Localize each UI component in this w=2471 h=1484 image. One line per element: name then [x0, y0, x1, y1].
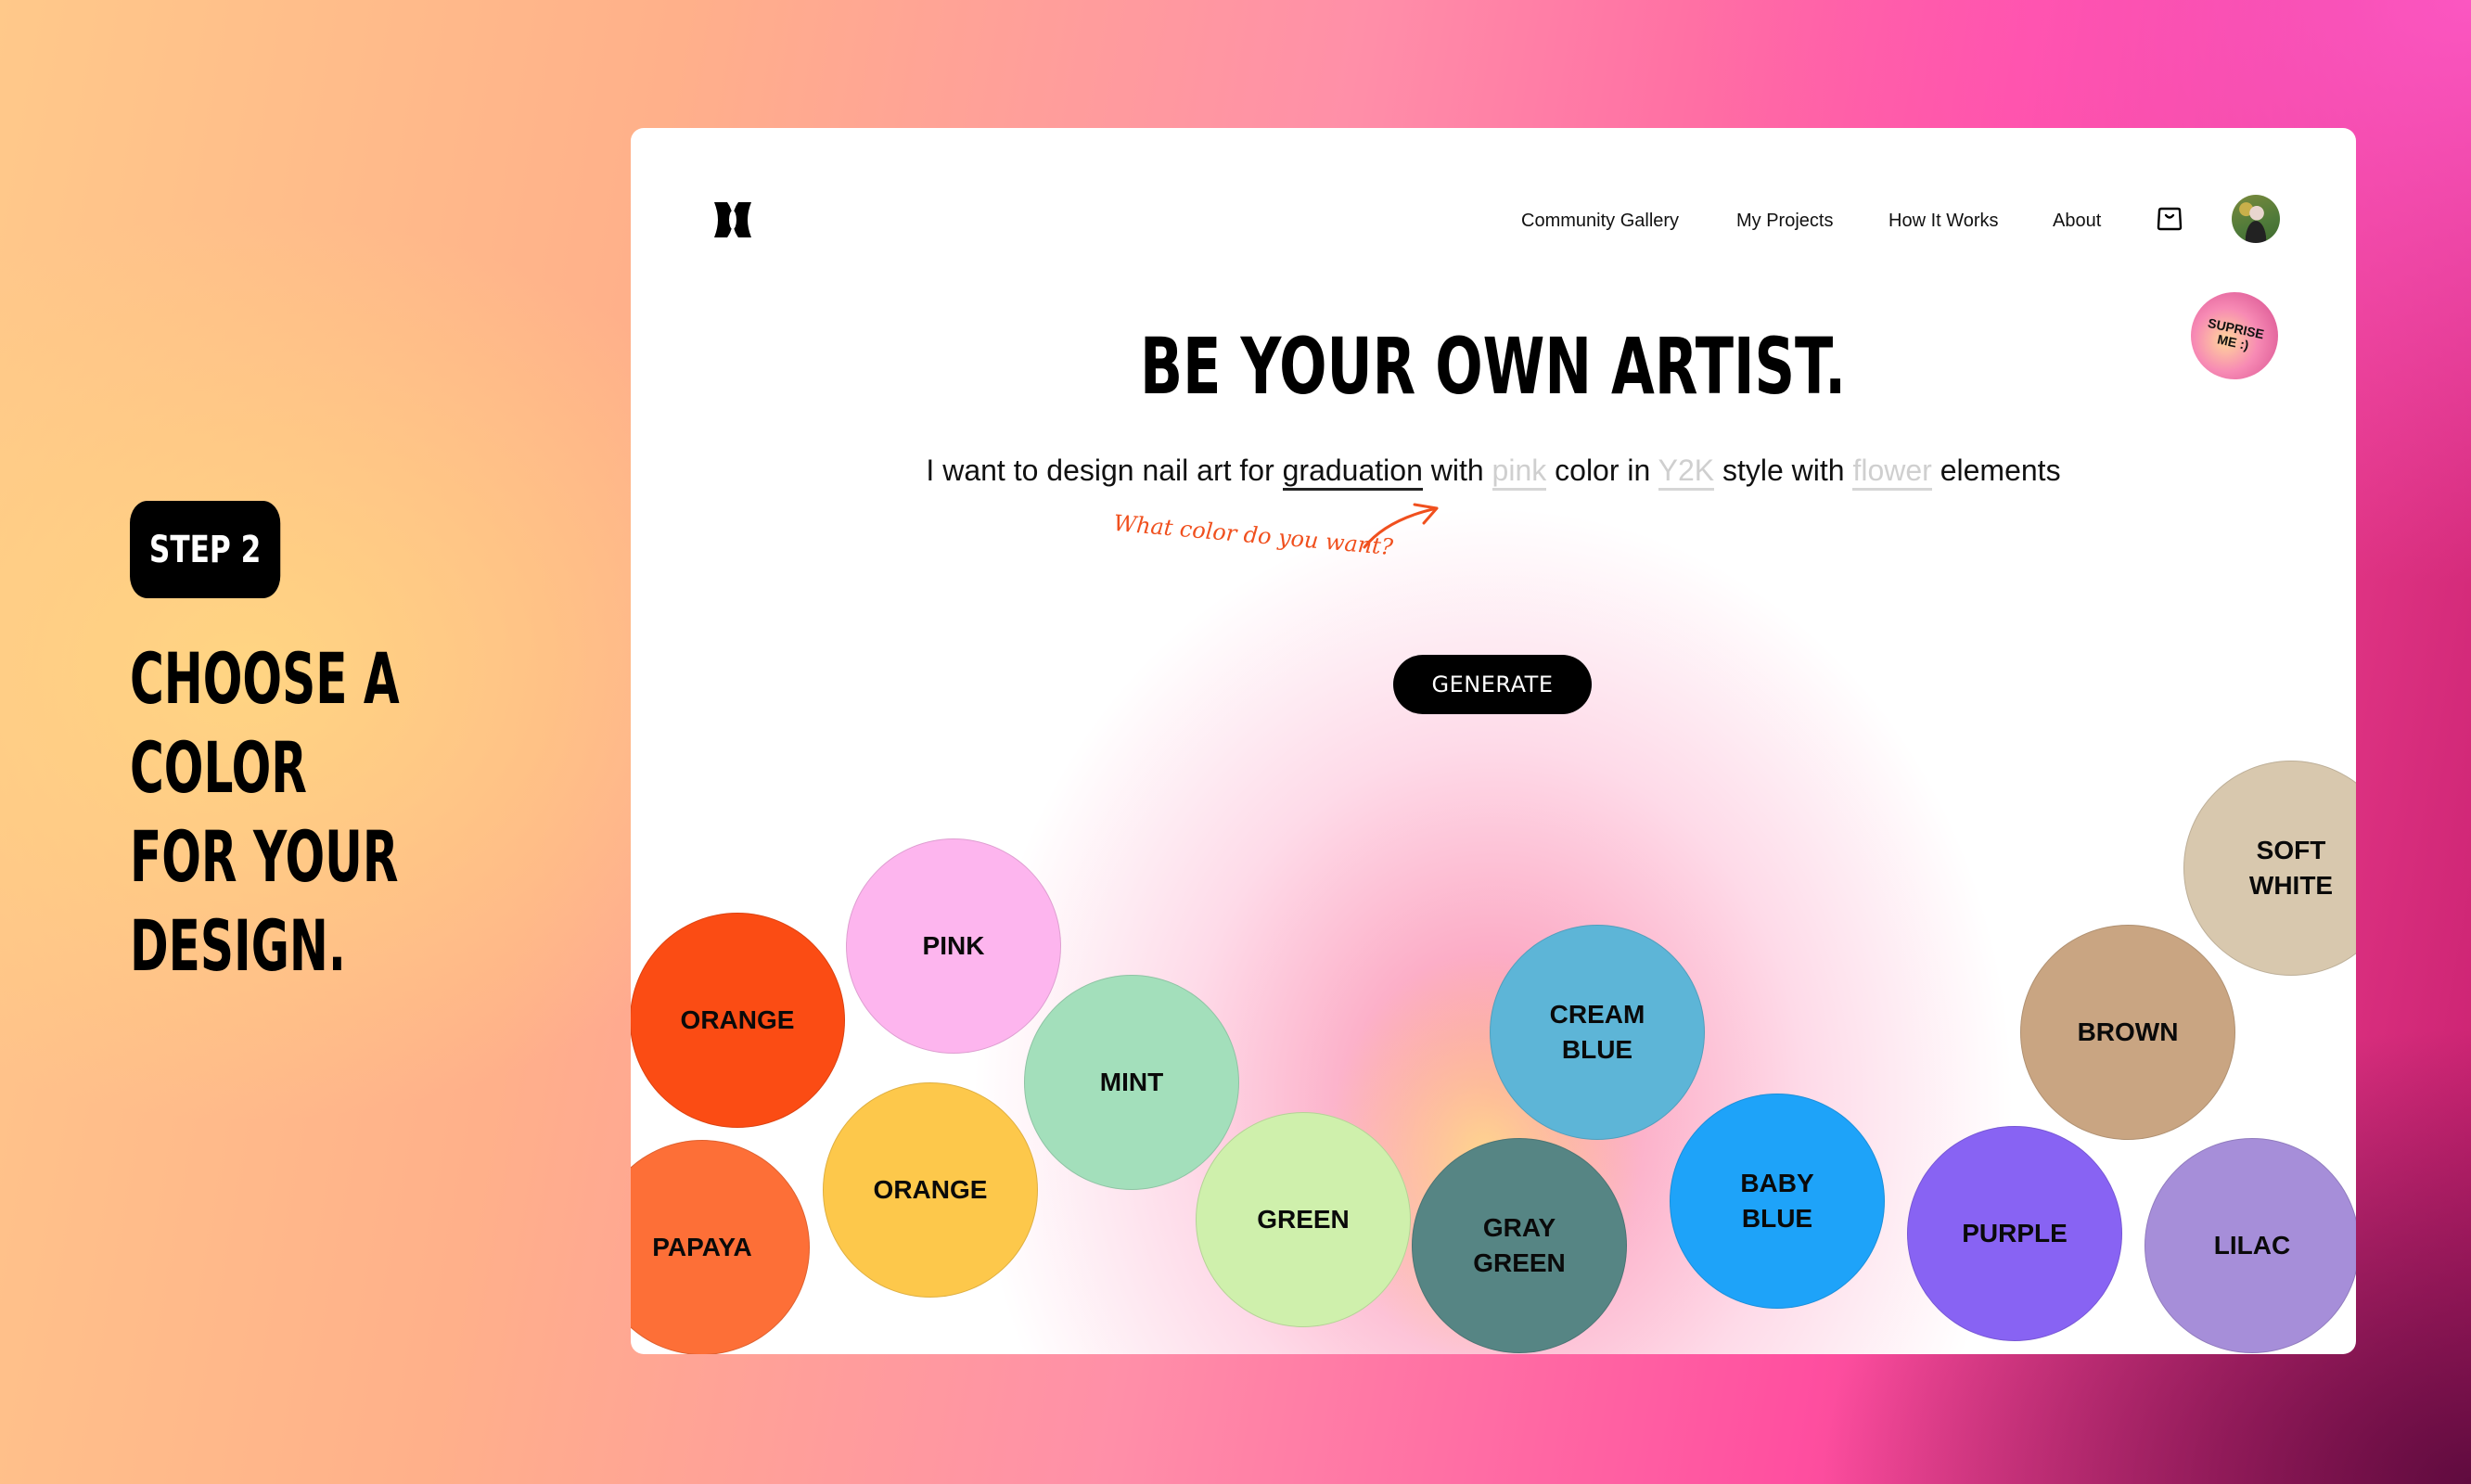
swatch-label: MINT — [1099, 1068, 1164, 1096]
prompt-text: color in — [1546, 454, 1658, 487]
swatch-brown[interactable]: BROWN — [2020, 925, 2235, 1140]
prompt-sentence: I want to design nail art for graduation… — [631, 450, 2356, 491]
hint-arrow-icon — [1363, 503, 1439, 549]
style-field[interactable]: Y2K — [1658, 454, 1715, 491]
prompt-text: style with — [1714, 454, 1853, 487]
swatch-orange[interactable]: ORANGE — [631, 913, 845, 1128]
generate-button[interactable]: GENERATE — [1393, 655, 1592, 714]
swatch-label: LILAC — [2213, 1231, 2291, 1260]
page-title-text: BE YOUR OWN ARTIST. — [1140, 321, 1847, 412]
swatch-label: GRAY GREEN — [1473, 1213, 1566, 1277]
swatch-cream-blue[interactable]: CREAM BLUE — [1490, 925, 1705, 1140]
swatch-label: SOFT WHITE — [2248, 836, 2334, 900]
color-hint-annotation: What color do you want? — [1112, 509, 1394, 561]
swatch-pink[interactable]: PINK — [846, 838, 1061, 1054]
step-badge: STEP 2 — [130, 501, 281, 598]
element-field[interactable]: flower — [1852, 454, 1932, 491]
swatch-green[interactable]: GREEN — [1196, 1112, 1411, 1327]
swatch-papaya[interactable]: PAPAYA — [631, 1140, 810, 1354]
swatch-gray-green[interactable]: GRAY GREEN — [1412, 1138, 1627, 1353]
swatch-lilac[interactable]: LILAC — [2145, 1138, 2356, 1353]
color-field[interactable]: pink — [1492, 454, 1547, 491]
nav-my-projects[interactable]: My Projects — [1736, 206, 1833, 236]
step-heading-line-2: FOR YOUR DESIGN. — [130, 815, 399, 987]
swatch-label: BABY BLUE — [1740, 1169, 1814, 1233]
nav-community-gallery[interactable]: Community Gallery — [1521, 206, 1679, 236]
swatch-label: PURPLE — [1962, 1219, 2068, 1247]
swatch-purple[interactable]: PURPLE — [1907, 1126, 2122, 1341]
step-heading: CHOOSE A COLOR FOR YOUR DESIGN. — [130, 634, 558, 991]
swatch-orange-yellow[interactable]: ORANGE — [823, 1082, 1038, 1298]
page-title: BE YOUR OWN ARTIST. — [631, 325, 2356, 408]
swatch-label: BROWN — [2077, 1017, 2179, 1046]
nav-how-it-works[interactable]: How It Works — [1888, 206, 1999, 236]
swatch-label: PINK — [922, 931, 985, 960]
prompt-text: I want to design nail art for — [926, 454, 1283, 487]
occasion-field[interactable]: graduation — [1282, 454, 1423, 491]
swatch-label: PAPAYA — [652, 1233, 752, 1261]
nav-about[interactable]: About — [2053, 206, 2101, 236]
app-window: Community Gallery My Projects How It Wor… — [631, 128, 2356, 1354]
generate-label: GENERATE — [1431, 672, 1554, 697]
swatch-baby-blue[interactable]: BABY BLUE — [1670, 1094, 1885, 1309]
logo-icon[interactable] — [712, 200, 753, 239]
user-avatar[interactable] — [2232, 195, 2280, 243]
swatch-label: ORANGE — [873, 1175, 988, 1204]
step-heading-line-1: CHOOSE A COLOR — [130, 637, 400, 809]
prompt-text: elements — [1931, 454, 2061, 487]
swatch-label: CREAM BLUE — [1549, 1000, 1645, 1064]
swatch-mint[interactable]: MINT — [1024, 975, 1239, 1190]
swatch-label: ORANGE — [680, 1005, 795, 1034]
shopping-bag-icon[interactable] — [2157, 206, 2183, 232]
step-label: STEP 2 — [148, 528, 262, 571]
prompt-text: with — [1422, 454, 1492, 487]
swatch-soft-white[interactable]: SOFT WHITE — [2183, 761, 2356, 976]
swatch-label: GREEN — [1257, 1205, 1350, 1234]
